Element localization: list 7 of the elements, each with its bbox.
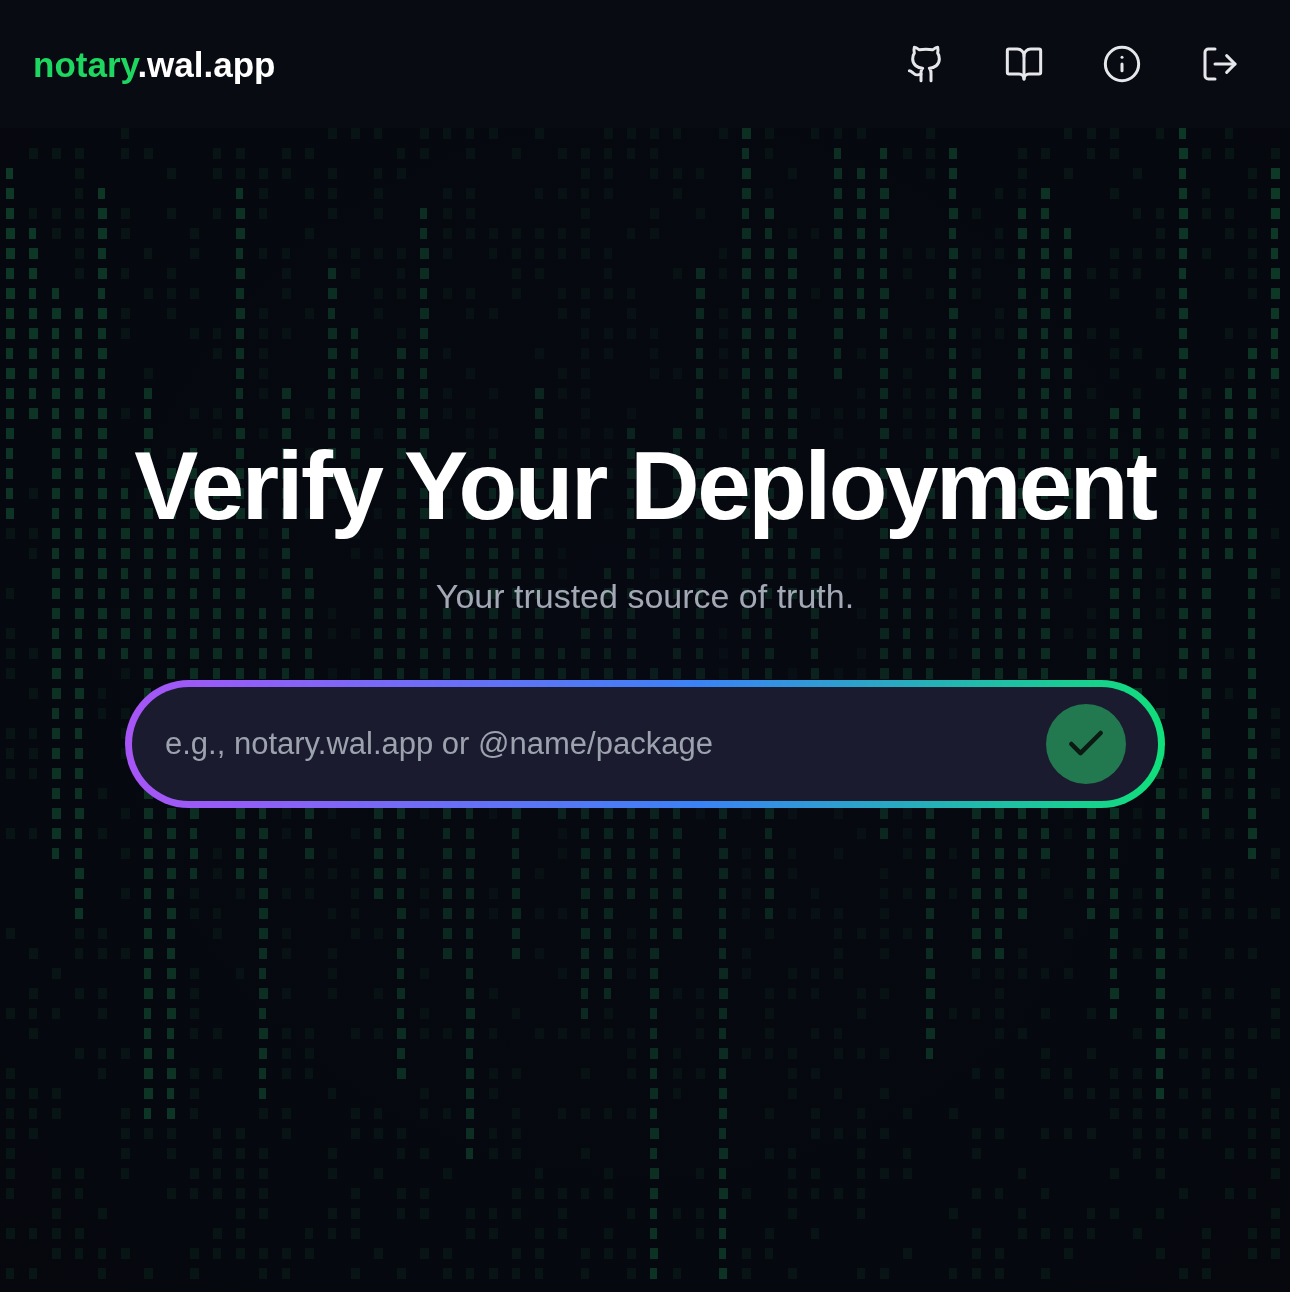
info-icon	[1102, 44, 1142, 84]
info-button[interactable]	[1102, 44, 1142, 84]
logo[interactable]: notary.wal.app	[33, 46, 276, 82]
hero-subtitle: Your trusted source of truth.	[435, 576, 855, 618]
search-field[interactable]: e.g., notary.wal.app or @name/package	[132, 687, 1158, 802]
hero-title: Verify Your Deployment	[134, 431, 1156, 541]
search-input-field[interactable]: e.g., notary.wal.app or @name/package	[165, 720, 1046, 768]
